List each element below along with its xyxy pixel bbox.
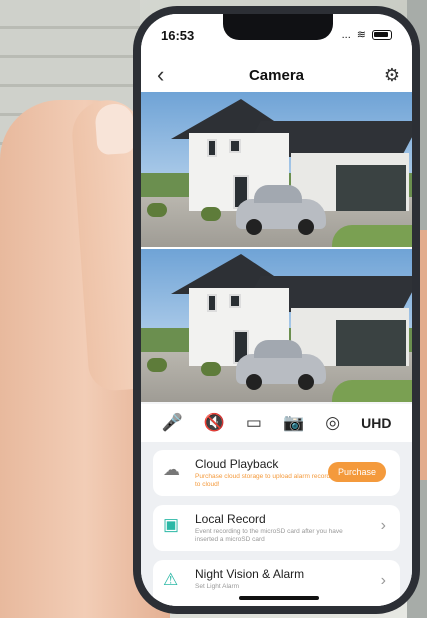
card-subtitle: Purchase cloud storage to upload alarm r… bbox=[195, 473, 343, 488]
notch bbox=[223, 14, 333, 40]
purchase-button[interactable]: Purchase bbox=[328, 462, 386, 482]
page-title: Camera bbox=[248, 67, 305, 84]
card-title: Local Record bbox=[195, 512, 266, 526]
card-subtitle: Set Light Alarm bbox=[195, 583, 240, 590]
status-time: 16:53 bbox=[161, 28, 195, 43]
window bbox=[229, 139, 241, 153]
microphone-icon[interactable]: 🎤 bbox=[162, 413, 183, 433]
wifi-icon: ≋ bbox=[356, 29, 366, 41]
garage-door bbox=[336, 320, 406, 366]
control-toolbar: 🎤 🔇 ▭ 📷 ◎ UHD bbox=[141, 404, 412, 442]
bush bbox=[147, 203, 167, 217]
nav-header: ‹ Camera ⚙ bbox=[141, 58, 412, 92]
alarm-light-icon: ⚠ bbox=[163, 570, 179, 589]
gear-icon[interactable]: ⚙ bbox=[384, 65, 400, 86]
wheel bbox=[246, 374, 262, 390]
card-title: Cloud Playback bbox=[195, 457, 279, 471]
cloud-playback-card[interactable]: ☁ Cloud Playback Purchase cloud storage … bbox=[153, 450, 400, 496]
window bbox=[229, 294, 241, 308]
thumbnail-nail bbox=[94, 102, 136, 156]
card-title: Night Vision & Alarm bbox=[195, 567, 305, 581]
snapshot-icon[interactable]: 📷 bbox=[283, 413, 304, 433]
ptz-icon[interactable]: ◎ bbox=[325, 413, 340, 433]
chevron-right-icon: › bbox=[380, 572, 386, 589]
cloud-icon: ☁ bbox=[163, 460, 180, 479]
phone-screen: 16:53 ... ≋ ‹ Camera ⚙ 🎤 🔇 ▭ 📷 ◎ UHD ☁ C… bbox=[141, 14, 412, 606]
car bbox=[236, 340, 326, 390]
phone: 16:53 ... ≋ ‹ Camera ⚙ 🎤 🔇 ▭ 📷 ◎ UHD ☁ C… bbox=[133, 6, 420, 614]
camera-feed-2[interactable] bbox=[141, 247, 412, 402]
lawn bbox=[332, 380, 412, 402]
quality-toggle[interactable]: UHD bbox=[361, 415, 391, 431]
sd-card-icon: ▣ bbox=[163, 515, 180, 534]
window bbox=[207, 139, 217, 157]
signal-icon: ... bbox=[341, 28, 351, 41]
bush bbox=[201, 362, 221, 376]
record-video-icon[interactable]: ▭ bbox=[246, 413, 262, 433]
chevron-right-icon: › bbox=[380, 517, 386, 534]
bush bbox=[201, 207, 221, 221]
bush bbox=[147, 358, 167, 372]
wheel bbox=[298, 374, 314, 390]
battery-icon bbox=[372, 29, 392, 40]
garage-door bbox=[336, 165, 406, 211]
car bbox=[236, 185, 326, 235]
feature-list: ☁ Cloud Playback Purchase cloud storage … bbox=[141, 442, 412, 606]
window bbox=[207, 294, 217, 312]
mute-icon[interactable]: 🔇 bbox=[204, 413, 225, 433]
lawn bbox=[332, 225, 412, 247]
camera-feed-1[interactable] bbox=[141, 92, 412, 247]
wheel bbox=[246, 219, 262, 235]
home-indicator[interactable] bbox=[239, 596, 319, 600]
local-record-card[interactable]: ▣ Local Record Event recording to the mi… bbox=[153, 505, 400, 551]
status-right: ... ≋ bbox=[342, 28, 392, 41]
card-subtitle: Event recording to the microSD card afte… bbox=[195, 528, 343, 543]
wheel bbox=[298, 219, 314, 235]
